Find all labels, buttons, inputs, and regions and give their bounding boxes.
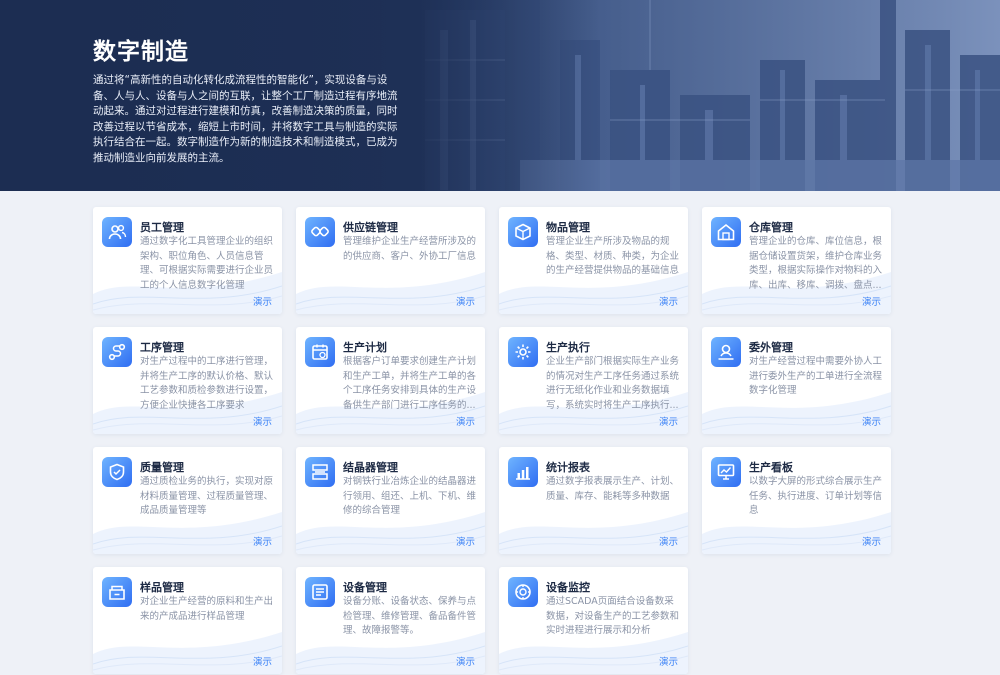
card-description: 管理企业的仓库、库位信息，根据仓储设置货架，维护仓库业务类型，根据实际操作对物料… (749, 236, 883, 291)
card-title: 设备监控 (546, 581, 590, 594)
card-title: 仓库管理 (749, 221, 793, 234)
gear-icon (508, 337, 538, 367)
demo-link[interactable]: 演示 (659, 414, 678, 428)
demo-link[interactable]: 演示 (659, 654, 678, 668)
card-description: 对生产过程中的工序进行管理，并将生产工序的默认价格、默认工艺参数和质检参数进行设… (140, 356, 274, 411)
quality-icon (102, 457, 132, 487)
module-card[interactable]: 生产计划根据客户订单要求创建生产计划和生产工单，并将生产工单的各个工序任务安排到… (296, 327, 485, 434)
demo-link[interactable]: 演示 (456, 294, 475, 308)
demo-link[interactable]: 演示 (456, 654, 475, 668)
card-title: 质量管理 (140, 461, 184, 474)
demo-link[interactable]: 演示 (862, 534, 881, 548)
card-description: 管理维护企业生产经营所涉及的的供应商、客户、外协工厂信息 (343, 236, 477, 262)
demo-link[interactable]: 演示 (253, 654, 272, 668)
demo-link[interactable]: 演示 (253, 414, 272, 428)
demo-link[interactable]: 演示 (862, 294, 881, 308)
module-card[interactable]: 委外管理对生产经营过程中需要外协人工进行委外生产的工单进行全流程数字化管理演示 (702, 327, 891, 434)
outsource-icon (711, 337, 741, 367)
card-title: 统计报表 (546, 461, 590, 474)
module-card[interactable]: 结晶器管理对钢铁行业冶炼企业的结晶器进行领用、组还、上机、下机、维修的综合管理演… (296, 447, 485, 554)
card-title: 结晶器管理 (343, 461, 398, 474)
card-title: 生产执行 (546, 341, 590, 354)
card-title: 样品管理 (140, 581, 184, 594)
card-description: 对生产经营过程中需要外协人工进行委外生产的工单进行全流程数字化管理 (749, 356, 883, 396)
demo-link[interactable]: 演示 (253, 534, 272, 548)
chart-icon (508, 457, 538, 487)
users-icon (102, 217, 132, 247)
monitor-icon (508, 577, 538, 607)
hero-banner: 数字制造 通过将“高新性的自动化转化成流程性的智能化”，实现设备与设备、人与人、… (0, 0, 1000, 191)
module-card[interactable]: 生产执行企业生产部门根据实际生产业务的情况对生产工序任务通过系统进行无纸化作业和… (499, 327, 688, 434)
card-description: 通过质检业务的执行，实现对原材料质量管理、过程质量管理、成品质量管理等 (140, 476, 274, 516)
demo-link[interactable]: 演示 (456, 414, 475, 428)
equipment-icon (305, 577, 335, 607)
warehouse-icon (711, 217, 741, 247)
module-card[interactable]: 生产看板以数字大屏的形式综合展示生产任务、执行进度、订单计划等信息演示 (702, 447, 891, 554)
module-card[interactable]: 员工管理通过数字化工具管理企业的组织架构、职位角色、人员信息管理、可根据实际需要… (93, 207, 282, 314)
card-title: 员工管理 (140, 221, 184, 234)
module-card[interactable]: 物品管理管理企业生产所涉及物品的规格、类型、材质、种类，为企业的生产经营提供物品… (499, 207, 688, 314)
card-description: 对企业生产经营的原料和生产出来的产成品进行样品管理 (140, 596, 274, 622)
card-description: 设备分账、设备状态、保养与点检管理、维修管理、备品备件管理、故障报警等。 (343, 596, 477, 636)
dashboard-icon (711, 457, 741, 487)
module-card[interactable]: 供应链管理管理维护企业生产经营所涉及的的供应商、客户、外协工厂信息演示 (296, 207, 485, 314)
chain-icon (305, 217, 335, 247)
card-title: 物品管理 (546, 221, 590, 234)
card-title: 委外管理 (749, 341, 793, 354)
card-description: 通过SCADA页面结合设备数采数据，对设备生产的工艺参数和实时进程进行展示和分析 (546, 596, 680, 636)
page-title: 数字制造 (93, 39, 189, 65)
card-description: 根据客户订单要求创建生产计划和生产工单，并将生产工单的各个工序任务安排到具体的生… (343, 356, 477, 411)
module-grid: 员工管理通过数字化工具管理企业的组织架构、职位角色、人员信息管理、可根据实际需要… (93, 207, 893, 675)
card-title: 生产看板 (749, 461, 793, 474)
crystallizer-icon (305, 457, 335, 487)
demo-link[interactable]: 演示 (253, 294, 272, 308)
module-card[interactable]: 设备监控通过SCADA页面结合设备数采数据，对设备生产的工艺参数和实时进程进行展… (499, 567, 688, 674)
demo-link[interactable]: 演示 (456, 534, 475, 548)
module-card[interactable]: 质量管理通过质检业务的执行，实现对原材料质量管理、过程质量管理、成品质量管理等演… (93, 447, 282, 554)
card-description: 对钢铁行业冶炼企业的结晶器进行领用、组还、上机、下机、维修的综合管理 (343, 476, 477, 516)
card-title: 设备管理 (343, 581, 387, 594)
card-title: 工序管理 (140, 341, 184, 354)
card-description: 通过数字化工具管理企业的组织架构、职位角色、人员信息管理、可根据实际需要进行企业… (140, 236, 274, 291)
hero-description: 通过将“高新性的自动化转化成流程性的智能化”，实现设备与设备、人与人、设备与人之… (93, 74, 398, 164)
card-description: 以数字大屏的形式综合展示生产任务、执行进度、订单计划等信息 (749, 476, 883, 516)
sample-icon (102, 577, 132, 607)
box-icon (508, 217, 538, 247)
card-title: 供应链管理 (343, 221, 398, 234)
demo-link[interactable]: 演示 (862, 414, 881, 428)
card-description: 企业生产部门根据实际生产业务的情况对生产工序任务通过系统进行无纸化作业和业务数据… (546, 356, 680, 411)
card-description: 通过数字报表展示生产、计划、质量、库存、能耗等多种数据 (546, 476, 680, 502)
card-title: 生产计划 (343, 341, 387, 354)
card-description: 管理企业生产所涉及物品的规格、类型、材质、种类，为企业的生产经营提供物品的基础信… (546, 236, 680, 276)
demo-link[interactable]: 演示 (659, 294, 678, 308)
demo-link[interactable]: 演示 (659, 534, 678, 548)
calendar-icon (305, 337, 335, 367)
module-card[interactable]: 统计报表通过数字报表展示生产、计划、质量、库存、能耗等多种数据演示 (499, 447, 688, 554)
module-card[interactable]: 样品管理对企业生产经营的原料和生产出来的产成品进行样品管理演示 (93, 567, 282, 674)
process-icon (102, 337, 132, 367)
module-card[interactable]: 设备管理设备分账、设备状态、保养与点检管理、维修管理、备品备件管理、故障报警等。… (296, 567, 485, 674)
module-card[interactable]: 工序管理对生产过程中的工序进行管理，并将生产工序的默认价格、默认工艺参数和质检参… (93, 327, 282, 434)
module-card[interactable]: 仓库管理管理企业的仓库、库位信息，根据仓储设置货架，维护仓库业务类型，根据实际操… (702, 207, 891, 314)
